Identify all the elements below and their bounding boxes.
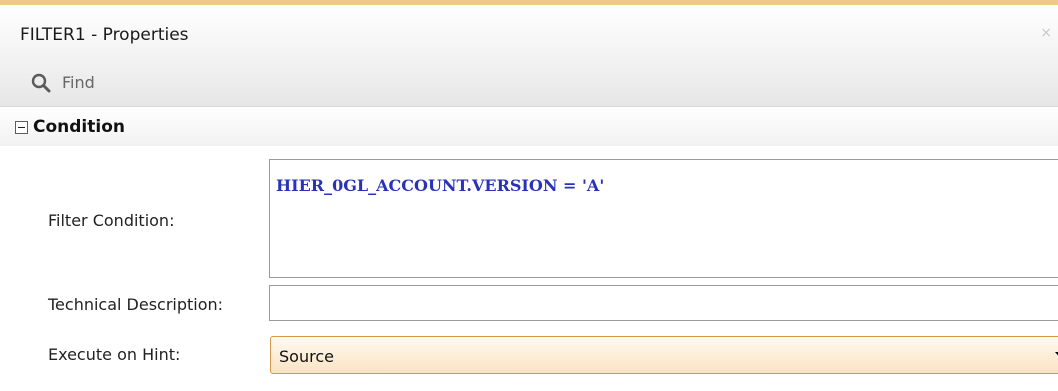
search-icon <box>31 73 51 93</box>
technical-description-label: Technical Description: <box>48 295 224 314</box>
filter-condition-label: Filter Condition: <box>48 211 175 230</box>
find-input[interactable] <box>62 69 1042 95</box>
section-title: Condition <box>33 117 125 137</box>
execute-on-hint-select[interactable]: Source <box>270 336 1058 374</box>
section-header-condition[interactable]: Condition <box>0 108 1058 146</box>
close-icon[interactable]: × <box>1040 25 1052 41</box>
execute-on-hint-value: Source <box>279 347 334 366</box>
execute-on-hint-label: Execute on Hint: <box>48 345 181 364</box>
find-bar <box>0 58 1058 107</box>
filter-condition-field[interactable]: HIER_0GL_ACCOUNT.VERSION = 'A' <box>269 159 1058 278</box>
title-bar: FILTER1 - Properties × <box>0 5 1058 59</box>
filter-condition-value: HIER_0GL_ACCOUNT.VERSION = 'A' <box>276 176 605 195</box>
technical-description-field[interactable] <box>269 285 1058 321</box>
window-title: FILTER1 - Properties <box>20 25 189 45</box>
collapse-icon[interactable] <box>15 121 28 134</box>
